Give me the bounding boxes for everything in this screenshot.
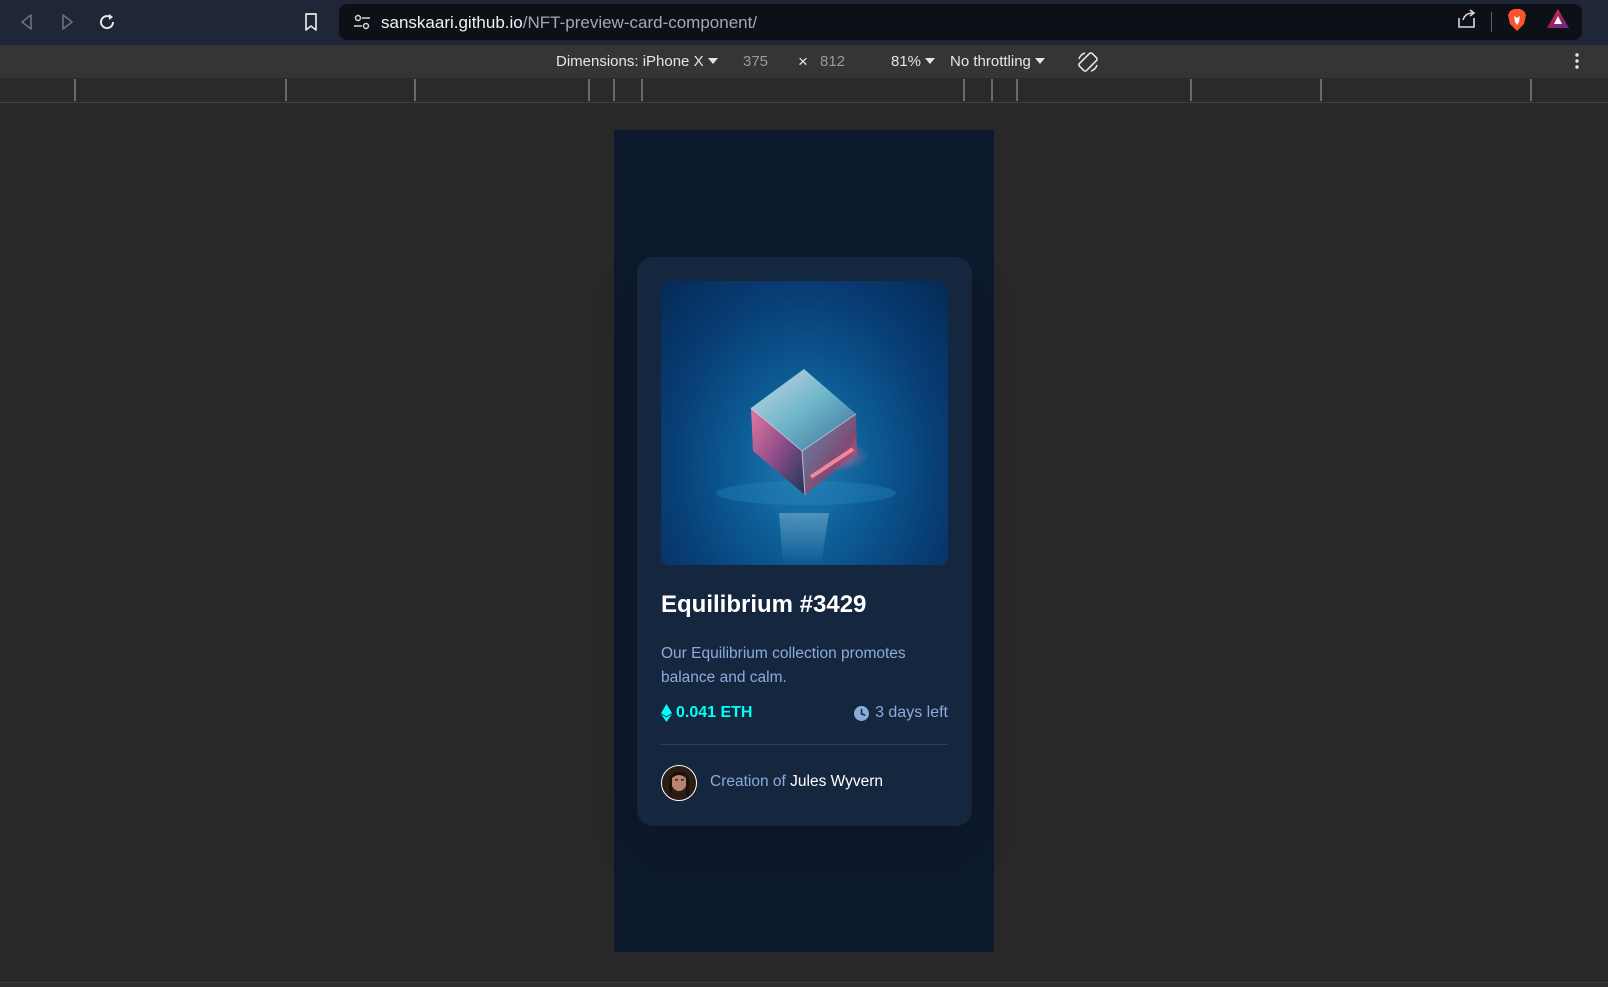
chevron-down-icon bbox=[1034, 57, 1045, 64]
device-dropdown[interactable]: Dimensions: iPhone X bbox=[556, 53, 718, 70]
site-settings-icon[interactable] bbox=[353, 14, 371, 35]
url-path: /NFT-preview-card-component/ bbox=[522, 13, 758, 32]
creator-name-link[interactable]: Jules Wyvern bbox=[790, 773, 883, 790]
brave-shield-button[interactable] bbox=[1506, 8, 1528, 37]
reload-icon bbox=[100, 14, 115, 30]
creator-avatar-image bbox=[662, 766, 696, 800]
share-button[interactable] bbox=[1456, 8, 1478, 35]
time-left-value: 3 days left bbox=[875, 704, 948, 721]
creator-prefix: Creation of bbox=[710, 773, 786, 790]
width-input[interactable]: 375 bbox=[743, 53, 768, 70]
bookmark-button[interactable] bbox=[297, 8, 325, 36]
url-text: sanskaari.github.io/NFT-preview-card-com… bbox=[381, 13, 757, 33]
ruler-tick[interactable] bbox=[1016, 79, 1018, 101]
zoom-label: 81% bbox=[891, 53, 922, 70]
creator-attribution: Creation of Jules Wyvern bbox=[710, 773, 883, 791]
brave-rewards-button[interactable] bbox=[1546, 8, 1570, 35]
device-toolbar: Dimensions: iPhone X 375 × 812 81% No th… bbox=[0, 45, 1608, 79]
clock-icon bbox=[854, 705, 870, 721]
zoom-dropdown[interactable]: 81% bbox=[891, 53, 936, 70]
ethereum-icon bbox=[661, 704, 672, 722]
chevron-down-icon bbox=[707, 57, 718, 64]
times-sign: × bbox=[798, 52, 808, 71]
height-input[interactable]: 812 bbox=[820, 53, 845, 70]
ruler-tick[interactable] bbox=[1320, 79, 1322, 101]
ruler-tick[interactable] bbox=[991, 79, 993, 101]
rotate-icon bbox=[1078, 52, 1098, 72]
ruler-tick[interactable] bbox=[963, 79, 965, 101]
ruler-tick[interactable] bbox=[641, 79, 643, 101]
card-divider bbox=[661, 744, 948, 745]
nft-card: Equilibrium #3429 Our Equilibrium collec… bbox=[637, 257, 972, 826]
more-options-icon bbox=[1575, 53, 1579, 69]
ruler-tick[interactable] bbox=[588, 79, 590, 101]
price-value: 0.041 ETH bbox=[676, 704, 753, 721]
ruler-tick[interactable] bbox=[74, 79, 76, 101]
ruler-tick[interactable] bbox=[414, 79, 416, 101]
share-icon bbox=[1458, 9, 1476, 28]
brave-rewards-icon bbox=[1547, 9, 1569, 28]
forward-button[interactable] bbox=[53, 8, 81, 36]
nft-description: Our Equilibrium collection promotes bala… bbox=[661, 645, 906, 686]
avatar bbox=[661, 765, 697, 801]
ruler-tick[interactable] bbox=[1530, 79, 1532, 101]
throttling-label: No throttling bbox=[950, 53, 1031, 70]
ruler-tick[interactable] bbox=[285, 79, 287, 101]
device-viewport: Equilibrium #3429 Our Equilibrium collec… bbox=[614, 130, 994, 952]
device-dropdown-label: Dimensions: iPhone X bbox=[556, 53, 704, 70]
media-query-ruler[interactable] bbox=[0, 79, 1608, 103]
back-icon bbox=[21, 14, 32, 30]
devtools-bottom-edge bbox=[0, 982, 1608, 987]
ruler-tick[interactable] bbox=[1190, 79, 1192, 101]
nft-image[interactable] bbox=[661, 281, 948, 565]
price: 0.041 ETH bbox=[661, 704, 752, 722]
nft-title[interactable]: Equilibrium #3429 bbox=[661, 591, 866, 619]
back-button[interactable] bbox=[13, 8, 41, 36]
throttling-dropdown[interactable]: No throttling bbox=[950, 53, 1045, 70]
forward-icon bbox=[62, 14, 73, 30]
ruler-tick[interactable] bbox=[613, 79, 615, 101]
address-bar[interactable]: sanskaari.github.io/NFT-preview-card-com… bbox=[339, 4, 1582, 40]
toolbar-separator bbox=[1491, 12, 1492, 32]
reload-button[interactable] bbox=[93, 8, 121, 36]
crystal-cube-image bbox=[716, 369, 896, 565]
rotate-button[interactable] bbox=[1076, 50, 1100, 78]
url-host: sanskaari.github.io bbox=[381, 13, 523, 32]
more-options-button[interactable] bbox=[1574, 52, 1580, 74]
bookmark-icon bbox=[305, 13, 317, 31]
chevron-down-icon bbox=[925, 57, 936, 64]
browser-toolbar: sanskaari.github.io/NFT-preview-card-com… bbox=[0, 0, 1608, 45]
brave-shield-icon bbox=[1508, 9, 1526, 31]
time-left: 3 days left bbox=[854, 704, 948, 722]
